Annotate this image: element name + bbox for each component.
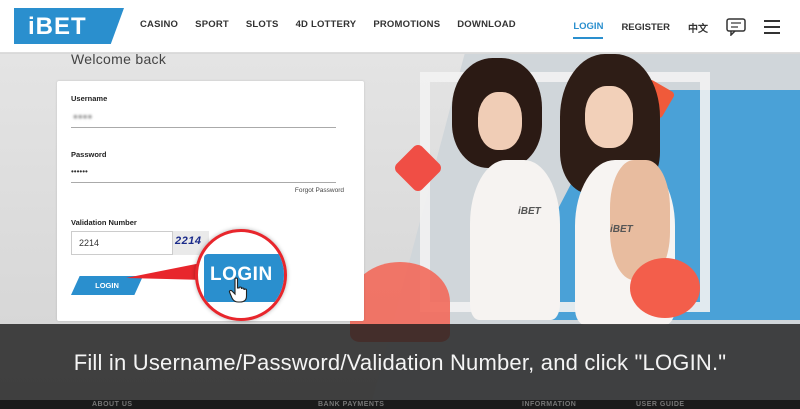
validation-number-input[interactable]: 2214 bbox=[71, 231, 173, 255]
logo-text: iBET bbox=[28, 13, 87, 40]
language-switch[interactable]: 中文 bbox=[688, 20, 708, 35]
ibet-logo[interactable]: iBET bbox=[14, 8, 124, 44]
nav-login-link[interactable]: LOGIN bbox=[573, 15, 604, 39]
hand-pointer-icon bbox=[228, 277, 248, 303]
captcha-text: 2214 bbox=[175, 235, 202, 247]
model-left-face bbox=[478, 92, 522, 150]
instruction-caption: Fill in Username/Password/Validation Num… bbox=[73, 350, 727, 375]
nav-4d-lottery[interactable]: 4D LOTTERY bbox=[296, 19, 357, 30]
arm-tattoo-logo: iBET bbox=[518, 206, 541, 217]
footer-bank-payments[interactable]: BANK PAYMENTS bbox=[318, 401, 384, 408]
nav-promotions[interactable]: PROMOTIONS bbox=[373, 19, 440, 30]
footer-user-guide[interactable]: USER GUIDE bbox=[636, 401, 685, 408]
nav-sport[interactable]: SPORT bbox=[195, 19, 229, 30]
footer-about-us[interactable]: ABOUT US bbox=[92, 401, 133, 408]
arm-tattoo-logo-2: iBET bbox=[610, 224, 633, 235]
top-navigation-bar: iBET CASINO SPORT SLOTS 4D LOTTERY PROMO… bbox=[0, 0, 800, 53]
club-card-shape bbox=[630, 258, 700, 318]
username-underline bbox=[71, 127, 336, 128]
username-input[interactable]: ●●●● bbox=[73, 112, 92, 121]
username-label: Username bbox=[71, 94, 108, 103]
main-nav: CASINO SPORT SLOTS 4D LOTTERY PROMOTIONS… bbox=[140, 19, 533, 30]
validation-label: Validation Number bbox=[71, 218, 137, 227]
forgot-password-link[interactable]: Forgot Password bbox=[295, 187, 344, 194]
model-right-face bbox=[585, 86, 633, 148]
hamburger-menu-icon[interactable] bbox=[764, 20, 780, 34]
chat-icon[interactable] bbox=[726, 18, 746, 36]
footer-information[interactable]: INFORMATION bbox=[522, 401, 576, 408]
login-callout-magnifier: LOGIN bbox=[195, 229, 287, 321]
model-left-body bbox=[470, 160, 560, 320]
account-nav: LOGIN REGISTER 中文 bbox=[573, 12, 780, 42]
password-input[interactable]: •••••• bbox=[71, 167, 88, 176]
nav-download[interactable]: DOWNLOAD bbox=[457, 19, 516, 30]
footer-bar: ABOUT US BANK PAYMENTS INFORMATION USER … bbox=[0, 400, 800, 409]
welcome-heading: Welcome back bbox=[71, 51, 167, 67]
nav-slots[interactable]: SLOTS bbox=[246, 19, 279, 30]
nav-casino[interactable]: CASINO bbox=[140, 19, 178, 30]
password-underline bbox=[71, 182, 336, 183]
password-label: Password bbox=[71, 150, 107, 159]
validation-number-value: 2214 bbox=[79, 238, 100, 248]
nav-register-link[interactable]: REGISTER bbox=[621, 22, 670, 33]
